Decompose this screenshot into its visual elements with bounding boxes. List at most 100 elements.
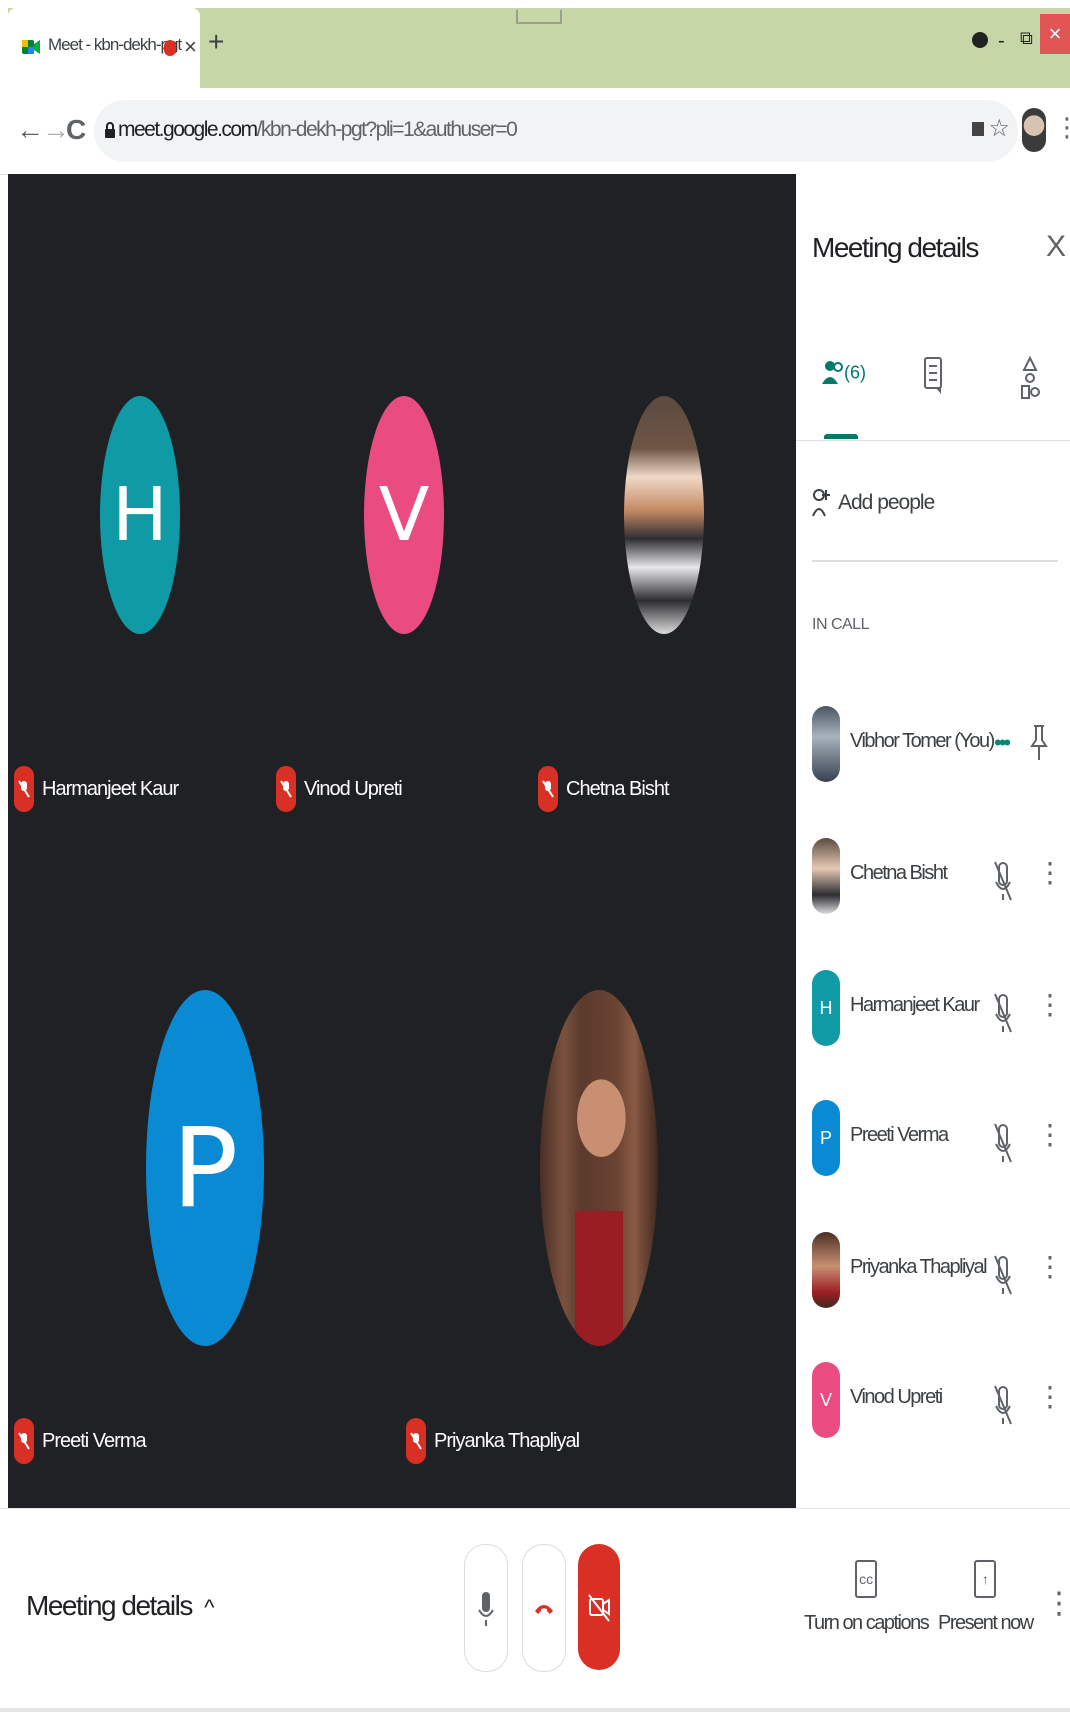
reload-button[interactable]: C xyxy=(66,114,86,146)
captions-label: Turn on captions xyxy=(804,1612,930,1634)
new-tab-button[interactable]: + xyxy=(208,26,224,58)
tile-label-preeti: Preeti Verma xyxy=(14,1418,147,1464)
browser-tab-meet[interactable]: Meet - kbn-dekh-pgt × xyxy=(8,8,200,88)
leave-call-button[interactable] xyxy=(522,1544,566,1672)
participant-avatar: V xyxy=(812,1362,840,1438)
panel-title: Meeting details xyxy=(812,232,979,263)
people-count: (6) xyxy=(844,362,866,383)
participant-row[interactable]: V Vinod Upreti ⋮ xyxy=(812,1350,1070,1438)
camera-off-button[interactable] xyxy=(578,1544,620,1670)
captions-button[interactable]: cc Turn on captions xyxy=(804,1560,930,1635)
pin-icon[interactable] xyxy=(1030,722,1048,762)
panel-close-button[interactable]: X xyxy=(1046,230,1066,264)
mic-off-icon xyxy=(14,1418,34,1464)
add-people-divider xyxy=(812,560,1058,562)
captions-icon: cc xyxy=(855,1560,878,1598)
tab-title: Meet - kbn-dekh-pgt xyxy=(48,35,182,54)
microphone-icon xyxy=(478,1592,494,1626)
participant-name: Harmanjeet Kaur xyxy=(850,994,980,1016)
participant-name: Priyanka Thapliyal xyxy=(850,1256,988,1278)
hang-up-icon xyxy=(535,1605,553,1614)
tab-chat[interactable] xyxy=(924,356,942,403)
url-path: /kbn-dekh-pgt?pli=1&authuser=0 xyxy=(256,118,518,141)
tile-name: Preeti Verma xyxy=(42,1429,147,1452)
participant-row[interactable]: H Harmanjeet Kaur ⋮ xyxy=(812,958,1070,1046)
participant-name: Chetna Bisht xyxy=(850,862,948,884)
tabs-divider xyxy=(796,440,1070,441)
meeting-details-button[interactable]: Meeting details ^ xyxy=(26,1590,214,1622)
tab-close-button[interactable]: × xyxy=(184,34,197,60)
window-drag-handle[interactable] xyxy=(516,10,562,24)
meeting-details-label: Meeting details xyxy=(26,1590,193,1621)
tile-name: Harmanjeet Kaur xyxy=(42,777,179,800)
tile-label-chetna: Chetna Bisht xyxy=(538,766,670,812)
participant-name: Vinod Upreti xyxy=(850,1386,943,1408)
mic-off-icon xyxy=(538,766,558,812)
more-options-icon[interactable]: ⋮ xyxy=(1036,1118,1064,1151)
camera-in-use-icon[interactable] xyxy=(972,122,984,136)
mic-off-icon xyxy=(994,1123,1012,1163)
tile-avatar-vinod: V xyxy=(364,396,444,634)
participant-avatar xyxy=(812,1232,840,1308)
tab-activities[interactable] xyxy=(1020,355,1040,407)
browser-menu-icon[interactable]: ⋮ xyxy=(1054,112,1070,143)
more-options-icon[interactable]: ⋮ xyxy=(1036,988,1064,1021)
participant-avatar xyxy=(812,706,840,782)
mic-off-icon xyxy=(994,1385,1012,1425)
mic-off-icon xyxy=(406,1418,426,1464)
present-icon: ↑ xyxy=(974,1560,997,1598)
lock-icon xyxy=(105,122,115,138)
camera-off-icon xyxy=(588,1594,610,1622)
participant-avatar: H xyxy=(812,970,840,1046)
restore-button[interactable]: ⧉ xyxy=(1020,28,1033,49)
profile-avatar[interactable] xyxy=(1022,108,1046,152)
participant-avatar: P xyxy=(812,1100,840,1176)
tile-name: Priyanka Thapliyal xyxy=(434,1429,580,1452)
tile-label-harmanjeet: Harmanjeet Kaur xyxy=(14,766,179,812)
more-options-icon[interactable]: ⋮ xyxy=(1036,856,1064,889)
window-controls: - ⧉ × xyxy=(966,14,1070,58)
add-people-label: Add people xyxy=(838,491,935,514)
in-call-heading: IN CALL xyxy=(812,616,869,633)
present-now-button[interactable]: ↑ Present now xyxy=(938,1560,1034,1635)
present-label: Present now xyxy=(938,1612,1034,1634)
more-options-icon[interactable]: ⋮ xyxy=(1044,1586,1070,1621)
participant-row[interactable]: P Preeti Verma ⋮ xyxy=(812,1088,1070,1176)
mic-off-icon xyxy=(14,766,34,812)
photo-clothing xyxy=(575,1210,623,1346)
back-button[interactable]: ← xyxy=(16,114,44,146)
people-icon xyxy=(822,361,843,385)
add-person-icon xyxy=(812,489,830,517)
tile-avatar-preeti: P xyxy=(146,990,264,1346)
participant-name: Preeti Verma xyxy=(850,1124,949,1146)
participant-row[interactable]: Vibhor Tomer (You) ••• xyxy=(812,694,1070,782)
address-bar[interactable]: meet.google.com/kbn-dekh-pgt?pli=1&authu… xyxy=(94,100,1018,162)
tile-photo-priyanka xyxy=(540,990,658,1346)
more-options-icon[interactable]: ⋮ xyxy=(1036,1250,1064,1283)
recording-indicator-icon xyxy=(164,40,176,56)
mic-off-icon xyxy=(276,766,296,812)
participant-name: Vibhor Tomer (You) xyxy=(850,730,995,752)
tile-label-vinod: Vinod Upreti xyxy=(276,766,403,812)
tile-avatar-harmanjeet: H xyxy=(100,396,180,634)
url-host: meet.google.com xyxy=(118,118,258,141)
url-text: meet.google.com/kbn-dekh-pgt?pli=1&authu… xyxy=(118,118,518,142)
tile-name: Vinod Upreti xyxy=(304,777,403,800)
mic-off-icon xyxy=(994,861,1012,901)
participant-avatar xyxy=(812,838,840,914)
tile-photo-chetna xyxy=(624,396,704,634)
minimize-button[interactable]: - xyxy=(998,30,1005,53)
tab-people[interactable]: (6) xyxy=(822,356,866,388)
participant-row[interactable]: Chetna Bisht ⋮ xyxy=(812,826,1070,914)
more-options-icon[interactable]: ⋮ xyxy=(1036,1380,1064,1413)
account-icon[interactable] xyxy=(972,32,988,48)
mic-off-icon xyxy=(994,1255,1012,1295)
participant-row[interactable]: Priyanka Thapliyal ⋮ xyxy=(812,1220,1070,1308)
chevron-up-icon: ^ xyxy=(204,1595,214,1620)
microphone-button[interactable] xyxy=(464,1544,508,1672)
add-people-button[interactable]: Add people xyxy=(812,486,935,520)
window-close-button[interactable]: × xyxy=(1040,14,1070,54)
tile-label-priyanka: Priyanka Thapliyal xyxy=(406,1418,580,1464)
tile-name: Chetna Bisht xyxy=(566,777,670,800)
bookmark-star-icon[interactable]: ☆ xyxy=(988,114,1010,143)
